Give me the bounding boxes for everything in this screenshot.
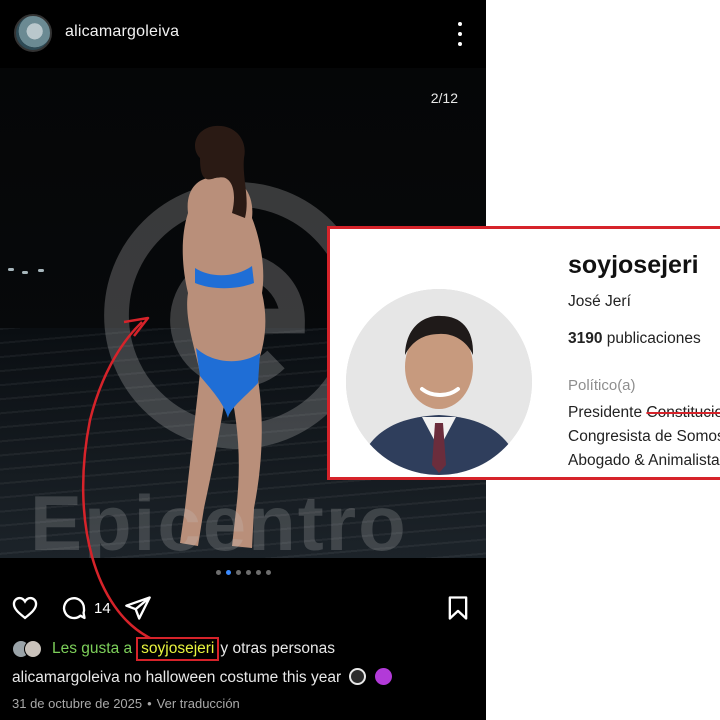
bio-line: Congresista de Somos Perú: [568, 428, 720, 445]
caption: alicamargoleiva no halloween costume thi…: [12, 668, 392, 687]
meta-separator: •: [147, 696, 152, 711]
liker-username[interactable]: soyjosejeri: [136, 637, 220, 661]
profile-photo[interactable]: [346, 289, 532, 475]
caption-username[interactable]: alicamargoleiva: [12, 669, 120, 686]
share-icon[interactable]: [124, 594, 152, 622]
carousel-dot: [235, 570, 241, 575]
carousel-dot: [245, 570, 251, 575]
profile-category: Político(a): [568, 377, 636, 394]
bio-struck-word: Constitucional: [646, 404, 720, 421]
bio-line: Abogado & Animalista: [568, 452, 720, 469]
carousel-dot: [215, 570, 221, 575]
more-options-icon[interactable]: [450, 22, 470, 46]
heart-icon[interactable]: [11, 594, 39, 622]
profile-portrait: [346, 289, 532, 475]
devil-emoji: [374, 668, 392, 685]
watermark-text: Epicentro: [30, 479, 408, 558]
post-username[interactable]: alicamargoleiva: [65, 23, 179, 41]
carousel-dot: [265, 570, 271, 575]
caption-text: no halloween costume this year: [124, 669, 342, 686]
likes-suffix[interactable]: y otras personas: [220, 640, 335, 658]
carousel-dot: [255, 570, 261, 575]
comment-icon[interactable]: [60, 594, 88, 622]
post-header: alicamargoleiva: [0, 0, 486, 68]
posts-number: 3190: [568, 330, 603, 347]
bio-line: Presidente Constitucional: [568, 404, 720, 422]
bookmark-icon[interactable]: [444, 594, 472, 622]
distant-lights: [0, 268, 60, 278]
carousel-dot: [225, 570, 231, 575]
ninja-emoji: [349, 668, 367, 685]
likes-row: Les gusta a soyjosejeri y otras personas: [12, 637, 482, 661]
likes-prefix: Les gusta a: [52, 640, 133, 657]
posts-label: publicaciones: [606, 330, 701, 347]
carousel-counter: 2/12: [430, 90, 458, 106]
post-actions: 14: [0, 590, 486, 624]
bio-title: Presidente: [568, 404, 647, 421]
liker-avatar[interactable]: [24, 640, 42, 658]
posts-count[interactable]: 3190 publicaciones: [568, 330, 701, 348]
post-meta: 31 de octubre de 2025 • Ver traducción: [12, 696, 240, 711]
avatar[interactable]: [14, 14, 52, 52]
profile-card: soyjosejeri José Jerí 3190 publicaciones…: [327, 226, 720, 480]
post-date: 31 de octubre de 2025: [12, 696, 143, 711]
carousel-dots: [0, 570, 486, 578]
translate-link[interactable]: Ver traducción: [157, 696, 240, 711]
profile-full-name: José Jerí: [568, 293, 631, 310]
profile-username: soyjosejeri: [568, 251, 699, 279]
comment-count: 14: [94, 600, 111, 617]
